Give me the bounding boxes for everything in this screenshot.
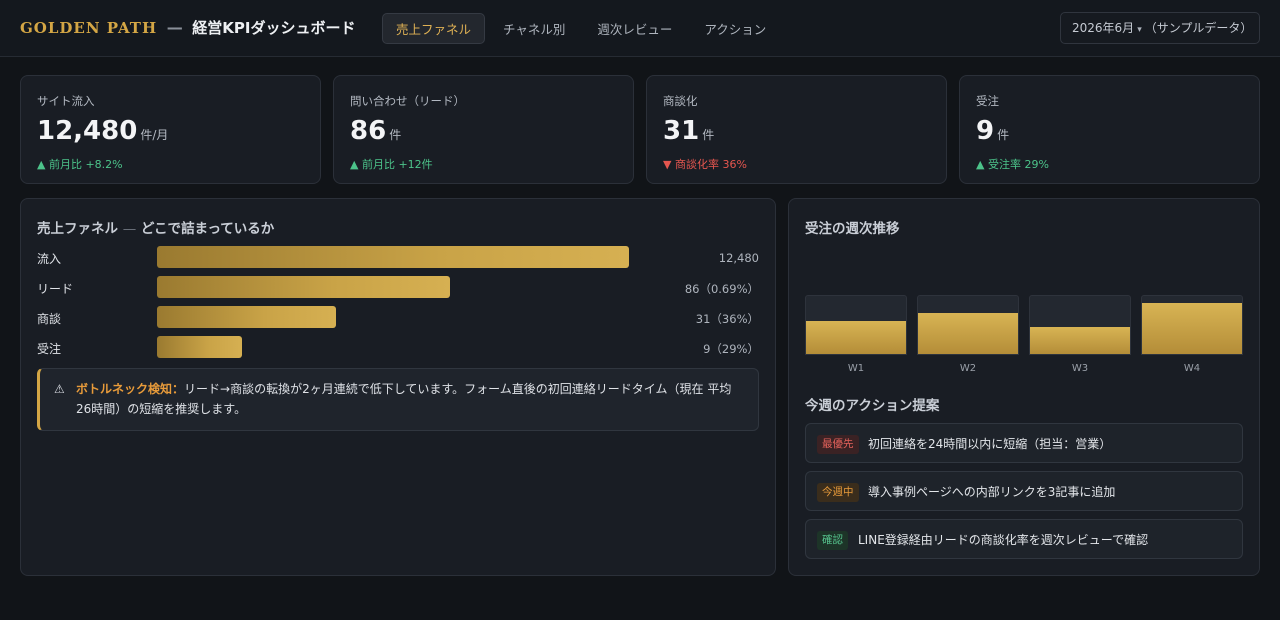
brand-logo: GOLDEN PATH: [20, 19, 158, 37]
tab-by-channel[interactable]: チャネル別: [489, 13, 579, 44]
warning-icon: ⚠: [54, 382, 65, 396]
weekly-panel: 受注の週次推移 W1 W2 W3 W4 今週のアクション提案 最優先 初回連絡を…: [788, 198, 1260, 576]
funnel-row: 流入 12,480: [37, 246, 759, 270]
kpi-delta: 受注率 29%: [987, 158, 1049, 171]
tab-sales-funnel[interactable]: 売上ファネル: [382, 13, 486, 44]
funnel-value: 9（29%）: [703, 342, 759, 356]
alert-heading: ボトルネック検知：: [76, 382, 185, 396]
action-text: LINE登録経由リードの商談化率を週次レビューで確認: [858, 533, 1149, 547]
weekly-bar-slot: [1029, 295, 1131, 355]
kpi-card-meetings: 商談化 31 件 ▼ 商談化率 36%: [646, 75, 947, 184]
weekly-bar: [1030, 327, 1130, 354]
tab-actions[interactable]: アクション: [690, 13, 780, 44]
period-select[interactable]: 2026年6月 ▾ （サンプルデータ）: [1060, 12, 1260, 44]
chevron-down-icon: ▾: [1137, 25, 1142, 35]
kpi-label: 問い合わせ（リード）: [350, 94, 465, 108]
trend-down-icon: ▼: [663, 158, 672, 171]
kpi-unit: 件: [389, 128, 402, 142]
weekly-bar: [1142, 303, 1242, 354]
kpi-unit: 件/月: [140, 128, 169, 142]
kpi-label: 受注: [976, 94, 999, 108]
bottleneck-alert: ⚠ ボトルネック検知：リード→商談の転換が2ヶ月連続で低下しています。フォーム直…: [37, 368, 759, 431]
week-label: W1: [847, 363, 865, 374]
funnel-label: 受注: [37, 342, 62, 356]
trend-up-icon: ▲: [976, 158, 985, 171]
brand: GOLDEN PATH — 経営KPIダッシュボード: [20, 17, 356, 38]
funnel-bar: [157, 246, 629, 268]
trend-up-icon: ▲: [350, 158, 359, 171]
kpi-delta: 商談化率 36%: [674, 158, 747, 171]
funnel-subtitle: どこで詰まっているか: [140, 221, 275, 237]
kpi-value: 31: [663, 116, 700, 146]
weekly-bar: [806, 321, 906, 354]
funnel-row: リード 86（0.69%）: [37, 276, 759, 300]
kpi-label: サイト流入: [37, 94, 95, 108]
trend-up-icon: ▲: [37, 158, 46, 171]
priority-badge: 確認: [817, 531, 848, 550]
funnel-value: 31（36%）: [695, 312, 759, 326]
funnel-row: 商談 31（36%）: [37, 306, 759, 330]
kpi-unit: 件: [997, 128, 1010, 142]
kpi-label: 商談化: [663, 94, 698, 108]
kpi-value: 9: [976, 116, 995, 146]
page-title: 経営KPIダッシュボード: [192, 19, 356, 37]
kpi-value: 12,480: [37, 116, 138, 146]
action-text: 初回連絡を24時間以内に短縮（担当：営業）: [868, 437, 1112, 451]
kpi-unit: 件: [702, 128, 715, 142]
funnel-bar: [157, 276, 450, 298]
kpi-card-orders: 受注 9件 ▲ 受注率 29%: [959, 75, 1260, 184]
week-label: W3: [1071, 363, 1089, 374]
weekly-bar: [918, 313, 1018, 354]
priority-badge: 今週中: [817, 483, 859, 502]
weekly-bar-slot: [805, 295, 907, 355]
weekly-title: 受注の週次推移: [805, 221, 900, 237]
funnel-value: 12,480: [718, 251, 759, 265]
funnel-label: 流入: [37, 252, 62, 266]
kpi-value: 86: [350, 116, 387, 146]
weekly-bar-slot: [917, 295, 1019, 355]
funnel-value: 86（0.69%）: [684, 282, 759, 296]
nav-tabs: 売上ファネル チャネル別 週次レビュー アクション: [382, 13, 780, 44]
kpi-card-traffic: サイト流入 12,480 件/月 ▲ 前月比 +8.2%: [20, 75, 321, 184]
funnel-bar: [157, 306, 336, 328]
funnel-panel: 売上ファネル — どこで詰まっているか 流入 12,480 リード 86（0.6…: [20, 198, 776, 576]
kpi-delta: 前月比 +8.2%: [48, 158, 123, 171]
period-month: 2026年6月: [1072, 21, 1135, 35]
kpi-delta: 前月比 +12件: [361, 158, 433, 171]
funnel-label: 商談: [37, 312, 62, 326]
actions-title: 今週のアクション提案: [805, 398, 940, 414]
funnel-row: 受注 9（29%）: [37, 336, 759, 360]
action-item[interactable]: 今週中 導入事例ページへの内部リンクを3記事に追加: [805, 471, 1243, 511]
app-header: GOLDEN PATH — 経営KPIダッシュボード 売上ファネル チャネル別 …: [0, 0, 1280, 57]
week-label: W2: [959, 363, 977, 374]
action-item[interactable]: 確認 LINE登録経由リードの商談化率を週次レビューで確認: [805, 519, 1243, 559]
week-label: W4: [1183, 363, 1201, 374]
period-note: （サンプルデータ）: [1144, 21, 1253, 35]
action-item[interactable]: 最優先 初回連絡を24時間以内に短縮（担当：営業）: [805, 423, 1243, 463]
kpi-card-leads: 問い合わせ（リード） 86 件 ▲ 前月比 +12件: [333, 75, 634, 184]
brand-separator: —: [166, 18, 183, 37]
funnel-title-main: 売上ファネル: [37, 221, 118, 237]
funnel-label: リード: [37, 282, 74, 296]
funnel-title-separator: —: [122, 221, 137, 237]
funnel-bar: [157, 336, 242, 358]
funnel-title: 売上ファネル — どこで詰まっているか: [37, 217, 274, 237]
weekly-bar-slot: [1141, 295, 1243, 355]
tab-weekly-review[interactable]: 週次レビュー: [583, 13, 686, 44]
priority-badge: 最優先: [817, 435, 859, 454]
action-text: 導入事例ページへの内部リンクを3記事に追加: [868, 485, 1116, 499]
